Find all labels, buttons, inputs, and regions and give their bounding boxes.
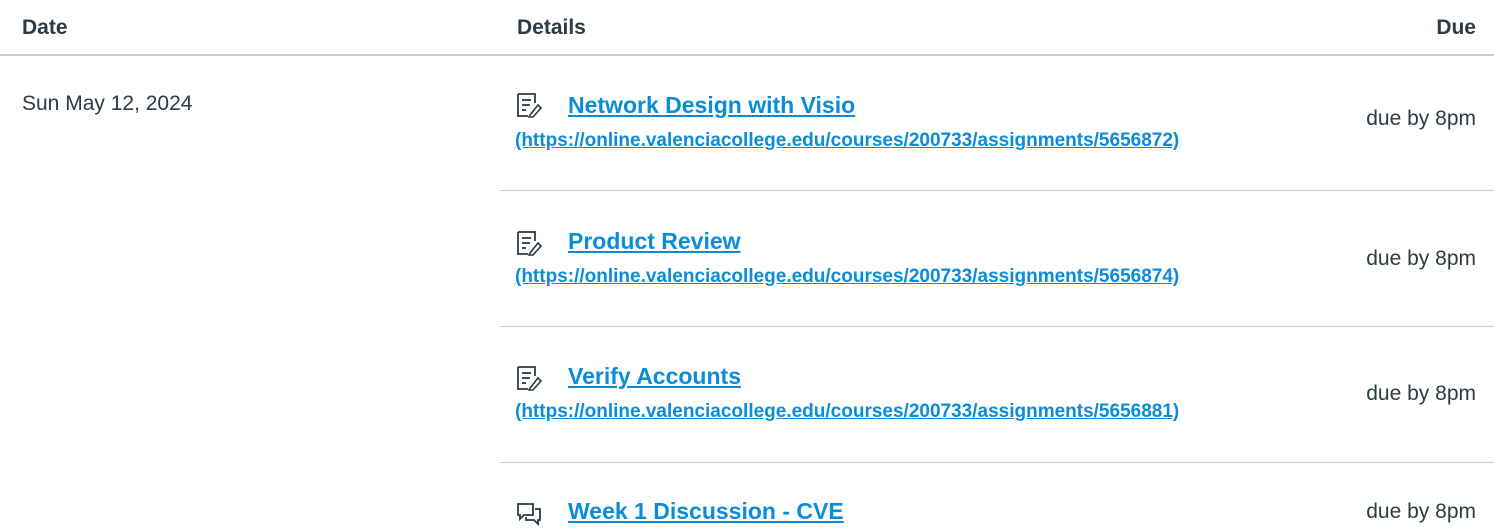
assignment-icon [517, 93, 542, 118]
column-header-due: Due [1436, 16, 1476, 39]
column-header-date: Date [22, 16, 68, 39]
assignment-icon [517, 231, 542, 256]
table-row: Week 1 Discussion - CVE due by 8pm [500, 462, 1494, 527]
assignment-url-link[interactable]: (https://online.valenciacollege.edu/cour… [515, 401, 1179, 423]
column-header-details: Details [517, 16, 586, 39]
due-time: due by 8pm [1366, 107, 1476, 130]
assignment-icon [517, 366, 542, 391]
due-time: due by 8pm [1366, 247, 1476, 270]
due-time: due by 8pm [1366, 382, 1476, 405]
table-row: Verify Accounts (https://online.valencia… [500, 326, 1494, 463]
date-group-label: Sun May 12, 2024 [22, 92, 193, 115]
assignment-title-link[interactable]: Verify Accounts [568, 363, 741, 390]
assignment-url-link[interactable]: (https://online.valenciacollege.edu/cour… [515, 266, 1179, 288]
discussion-title-link[interactable]: Week 1 Discussion - CVE [568, 498, 844, 525]
due-time: due by 8pm [1366, 500, 1476, 523]
table-header: Date Details Due [0, 0, 1494, 56]
table-row: Network Design with Visio (https://onlin… [500, 56, 1494, 191]
assignment-title-link[interactable]: Network Design with Visio [568, 92, 855, 119]
table-row: Product Review (https://online.valenciac… [500, 190, 1494, 327]
discussion-icon [517, 503, 541, 527]
assignment-title-link[interactable]: Product Review [568, 228, 741, 255]
assignment-url-link[interactable]: (https://online.valenciacollege.edu/cour… [515, 130, 1179, 152]
